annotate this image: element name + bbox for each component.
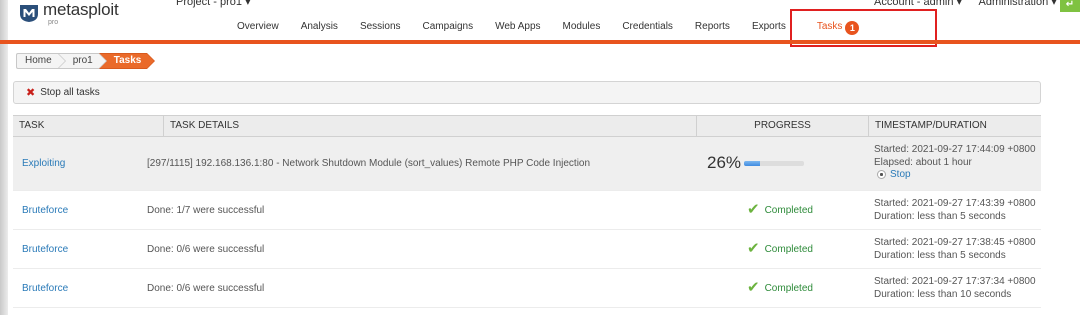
account-menu: Account - admin ▾ Administration ▾ ? (874, 0, 1080, 8)
main-nav: Overview Analysis Sessions Campaigns Web… (226, 21, 870, 35)
stop-task-label: Stop (890, 169, 911, 180)
metasploit-logo[interactable]: metasploit pro (18, 0, 119, 26)
stop-all-label: Stop all tasks (40, 87, 100, 98)
left-edge-strip (0, 0, 8, 315)
task-details: Done: 1/7 were successful (147, 205, 265, 216)
column-header-task[interactable]: TASK (13, 116, 163, 136)
close-icon: ✖ (26, 86, 36, 99)
table-header: TASK TASK DETAILS PROGRESS TIMESTAMP/DUR… (13, 115, 1041, 137)
timestamp-started: Started: 2021-09-27 17:43:39 +0800 (874, 198, 1036, 209)
tasks-table: TASK TASK DETAILS PROGRESS TIMESTAMP/DUR… (13, 115, 1041, 308)
nav-web-apps[interactable]: Web Apps (484, 21, 551, 35)
timestamp-started: Started: 2021-09-27 17:38:45 +0800 (874, 237, 1036, 248)
timestamp-duration: Duration: less than 5 seconds (874, 211, 1006, 222)
progress-percent: 26% (707, 153, 742, 172)
progress-bar (744, 161, 804, 166)
timestamp-elapsed: Elapsed: about 1 hour (874, 157, 972, 168)
checkmark-icon: ✔ (747, 201, 760, 218)
table-row: Exploiting [297/1115] 192.168.136.1:80 -… (13, 137, 1041, 191)
nav-credentials[interactable]: Credentials (611, 21, 684, 35)
task-toolbar: ✖ Stop all tasks (13, 81, 1041, 104)
status-label: Completed (764, 282, 813, 294)
timestamp-started: Started: 2021-09-27 17:44:09 +0800 (874, 144, 1036, 155)
timestamp-duration: Duration: less than 10 seconds (874, 289, 1012, 300)
status-completed: ✔ Completed (747, 279, 813, 296)
nav-overview[interactable]: Overview (226, 21, 290, 35)
column-header-task-details[interactable]: TASK DETAILS (163, 116, 696, 136)
column-header-timestamp[interactable]: TIMESTAMP/DURATION (868, 116, 1041, 136)
timestamp-started: Started: 2021-09-27 17:37:34 +0800 (874, 276, 1036, 287)
header-accent-bar (0, 40, 1080, 44)
column-header-progress[interactable]: PROGRESS (696, 116, 868, 136)
task-link[interactable]: Bruteforce (22, 283, 68, 294)
metasploit-logo-icon (18, 3, 40, 23)
logo-text: metasploit (43, 0, 119, 19)
nav-campaigns[interactable]: Campaigns (412, 21, 485, 35)
task-link[interactable]: Bruteforce (22, 244, 68, 255)
account-dropdown[interactable]: Account - admin ▾ (874, 0, 962, 8)
nav-sessions[interactable]: Sessions (349, 21, 412, 35)
table-row: Bruteforce Done: 1/7 were successful ✔ C… (13, 191, 1041, 230)
checkmark-icon: ✔ (747, 240, 760, 257)
stop-task-button[interactable]: Stop (877, 169, 911, 180)
stop-all-tasks-button[interactable]: ✖ Stop all tasks (26, 87, 100, 98)
task-details: Done: 0/6 were successful (147, 283, 265, 294)
logo-edition: pro (48, 19, 59, 26)
task-link[interactable]: Exploiting (22, 158, 65, 169)
status-label: Completed (764, 243, 813, 255)
stop-icon (877, 170, 886, 179)
nav-modules[interactable]: Modules (552, 21, 612, 35)
nav-reports[interactable]: Reports (684, 21, 741, 35)
nav-exports[interactable]: Exports (741, 21, 797, 35)
task-details: Done: 0/6 were successful (147, 244, 265, 255)
progress-bar-fill (744, 161, 760, 166)
nav-analysis[interactable]: Analysis (290, 21, 349, 35)
task-details: [297/1115] 192.168.136.1:80 - Network Sh… (147, 158, 591, 169)
task-link[interactable]: Bruteforce (22, 205, 68, 216)
status-completed: ✔ Completed (747, 240, 813, 257)
administration-dropdown[interactable]: Administration ▾ (979, 0, 1057, 8)
breadcrumb-home[interactable]: Home (16, 53, 66, 69)
checkmark-icon: ✔ (747, 279, 760, 296)
green-action-button[interactable]: ↵ (1060, 0, 1080, 12)
status-completed: ✔ Completed (747, 201, 813, 218)
table-row: Bruteforce Done: 0/6 were successful ✔ C… (13, 230, 1041, 269)
table-row: Bruteforce Done: 0/6 were successful ✔ C… (13, 269, 1041, 308)
project-dropdown[interactable]: Project - pro1 ▾ (176, 0, 251, 8)
status-label: Completed (764, 204, 813, 216)
timestamp-duration: Duration: less than 5 seconds (874, 250, 1006, 261)
breadcrumb: Home pro1 Tasks (16, 53, 155, 69)
